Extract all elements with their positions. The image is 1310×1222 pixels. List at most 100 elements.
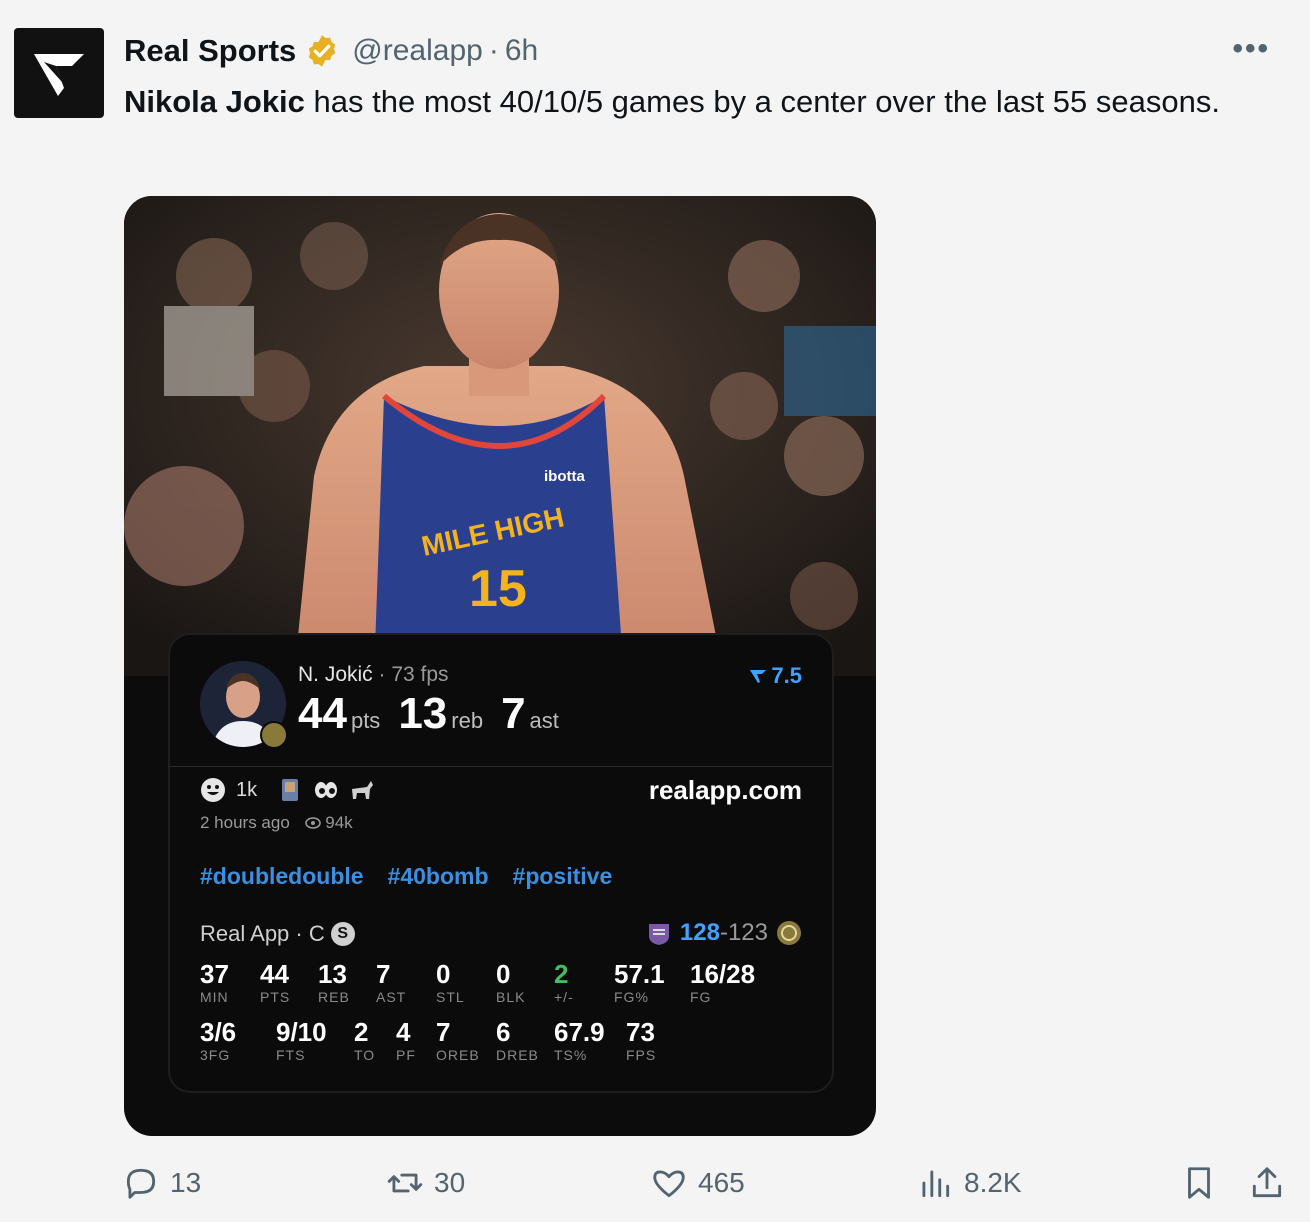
stat-label: FG% (614, 989, 649, 1005)
stat-label: 3FG (200, 1047, 231, 1063)
tweet-header: Real Sports @realapp · 6h (124, 30, 538, 72)
player-fps: · 73 fps (372, 663, 449, 686)
reply-button[interactable]: 13 (122, 1164, 201, 1202)
stat-value: 44 (260, 959, 289, 989)
stat-label: TS% (554, 1047, 588, 1063)
tweet-text-body: has the most 40/10/5 games by a center o… (304, 84, 1220, 119)
stat-value: 3/6 (200, 1017, 237, 1047)
stat-oreb: 7 OREB (436, 1017, 480, 1063)
stat-value: 4 (396, 1017, 411, 1047)
stat-label: FG (690, 989, 712, 1005)
stat-pf: 4 PF (396, 1017, 416, 1063)
player-rating[interactable]: 7.5 (749, 663, 802, 689)
eyes-emoji-icon[interactable] (313, 777, 339, 803)
tweet-media[interactable]: ibotta MILE HIGH 15 N. Jokić · 73 fps 44… (124, 196, 876, 1136)
card-emoji-icon[interactable] (277, 777, 303, 803)
analytics-icon (922, 1170, 950, 1198)
stat-label: REB (318, 989, 350, 1005)
header-separator: · (488, 34, 499, 67)
real-logo-small-icon (750, 670, 767, 683)
stat-dreb: 6 DREB (496, 1017, 539, 1063)
stat-fg: 16/28 FG (690, 959, 755, 1005)
real-logo-icon (34, 54, 84, 96)
stat-card: N. Jokić · 73 fps 44 pts 13 reb 7 ast 7.5 (168, 633, 834, 1093)
repost-button[interactable]: 30 (386, 1164, 465, 1202)
stat-fg-pct: 57.1 FG% (614, 959, 665, 1005)
stat-value: 0 (436, 959, 451, 989)
stat-label: PTS (260, 989, 291, 1005)
reaction-row: 1k (200, 777, 375, 803)
more-options-button[interactable]: ••• (1232, 32, 1270, 66)
bookmark-button[interactable] (1180, 1164, 1218, 1202)
views-count: 8.2K (964, 1167, 1022, 1198)
stat-value: 7 (376, 959, 391, 989)
card-views: 94k (325, 813, 353, 832)
score-team-1: 128 (679, 919, 720, 946)
stat-value: 13 (318, 959, 347, 989)
site-link[interactable]: realapp.com (649, 775, 802, 806)
stat-ast: 7 AST (376, 959, 406, 1005)
goat-emoji-icon[interactable] (349, 777, 375, 803)
account-avatar[interactable] (14, 28, 104, 118)
stat-value: 7 (436, 1017, 451, 1047)
stat-label: FTS (276, 1047, 306, 1063)
stat-label: TO (354, 1047, 376, 1063)
hashtag[interactable]: #doubledouble (200, 863, 364, 890)
player-name: N. Jokić (298, 663, 373, 686)
stat-value: 0 (496, 959, 511, 989)
headline-reb-value: 13 (398, 689, 448, 738)
stat-value: 2 (354, 1017, 369, 1047)
stat-label: BLK (496, 989, 526, 1005)
account-name[interactable]: Real Sports (124, 33, 296, 69)
headline-ast-value: 7 (501, 689, 526, 738)
reaction-count: 1k (236, 778, 258, 801)
player-rating-value: 7.5 (771, 663, 802, 688)
share-button[interactable] (1248, 1164, 1286, 1202)
headline-pts-label: pts (350, 708, 381, 733)
like-count: 465 (698, 1167, 745, 1198)
stat-label: PF (396, 1047, 416, 1063)
tweet: Real Sports @realapp · 6h ••• Nikola Jok… (0, 0, 1310, 1222)
headline-stats: 44 pts 13 reb 7 ast (298, 689, 577, 739)
stat-pts: 44 PTS (260, 959, 290, 1005)
time-ago: 2 hours ago (200, 813, 290, 832)
reply-icon (126, 1168, 156, 1199)
hashtag[interactable]: #40bomb (388, 863, 489, 890)
stat-fts: 9/10 FTS (276, 1017, 327, 1063)
stat-value: 67.9 (554, 1017, 605, 1047)
stat-plus-minus: 2 +/- (554, 959, 574, 1005)
stat-label: MIN (200, 989, 229, 1005)
like-button[interactable]: 465 (650, 1164, 745, 1202)
game-score: 128-123 (646, 919, 802, 947)
stat-label: AST (376, 989, 407, 1005)
stat-card-header: N. Jokić · 73 fps 44 pts 13 reb 7 ast 7.5 (170, 635, 832, 767)
kings-logo-icon (648, 924, 669, 945)
stat-label: DREB (496, 1047, 539, 1063)
player-photo: ibotta MILE HIGH 15 (124, 196, 876, 676)
stat-value: 9/10 (276, 1017, 327, 1047)
card-meta: 2 hours ago 94k (200, 813, 353, 833)
stat-ts-pct: 67.9 TS% (554, 1017, 605, 1063)
stat-stl: 0 STL (436, 959, 465, 1005)
account-handle[interactable]: @realapp (352, 34, 483, 68)
tweet-text-bold: Nikola Jokic (124, 84, 305, 119)
views-button[interactable]: 8.2K (916, 1164, 1022, 1202)
reply-count: 13 (170, 1167, 202, 1198)
stat-value: 37 (200, 959, 229, 989)
stat-label: OREB (436, 1047, 480, 1063)
share-icon (1252, 1167, 1282, 1198)
game-label: Real App · C S (200, 921, 355, 947)
smile-emoji-icon[interactable] (200, 777, 226, 803)
game-label-text: Real App · C (200, 921, 325, 946)
repost-icon (387, 1173, 423, 1193)
stat-min: 37 MIN (200, 959, 229, 1005)
eye-icon (304, 817, 321, 829)
tweet-timestamp[interactable]: 6h (505, 34, 538, 68)
game-badge: S (330, 922, 355, 946)
headline-reb-label: reb (451, 708, 484, 733)
verified-badge-icon (309, 35, 336, 67)
stat-blk: 0 BLK (496, 959, 525, 1005)
hashtag[interactable]: #positive (513, 863, 613, 890)
stat-value: 73 (626, 1017, 655, 1047)
stat-label: FPS (626, 1047, 657, 1063)
